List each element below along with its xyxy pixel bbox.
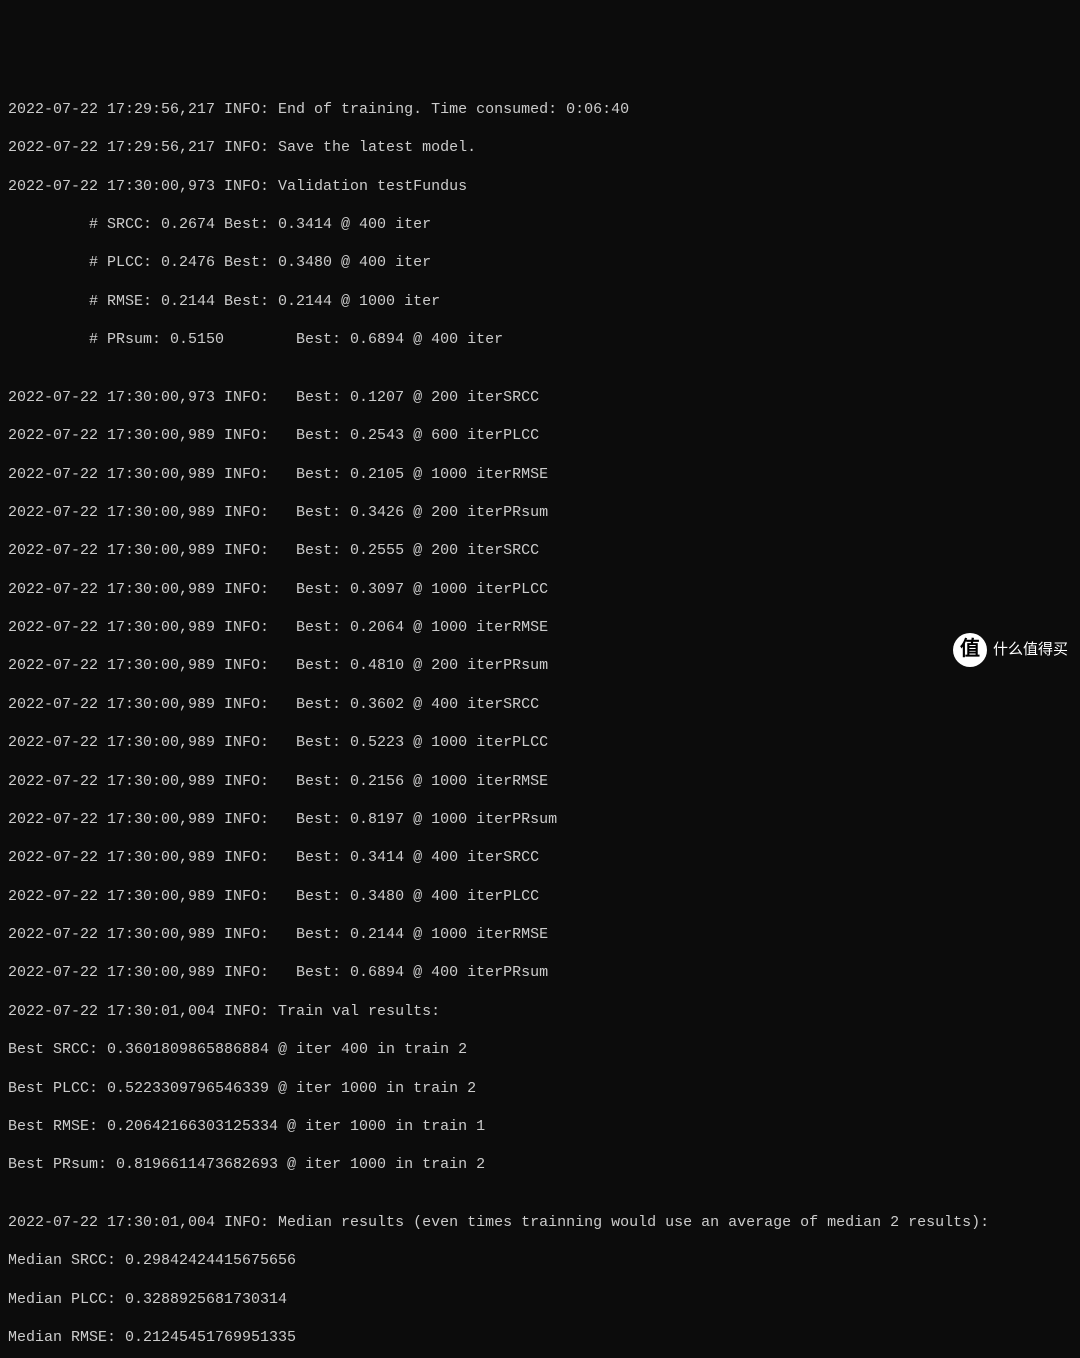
log-line: # PLCC: 0.2476 Best: 0.3480 @ 400 iter	[8, 253, 1072, 272]
log-line: # RMSE: 0.2144 Best: 0.2144 @ 1000 iter	[8, 292, 1072, 311]
log-line: 2022-07-22 17:30:00,989 INFO: Best: 0.21…	[8, 925, 1072, 944]
log-line: 2022-07-22 17:30:00,989 INFO: Best: 0.48…	[8, 656, 1072, 675]
log-line: 2022-07-22 17:30:00,973 INFO: Best: 0.12…	[8, 388, 1072, 407]
log-line: 2022-07-22 17:30:00,989 INFO: Best: 0.52…	[8, 733, 1072, 752]
log-line: 2022-07-22 17:29:56,217 INFO: Save the l…	[8, 138, 1072, 157]
log-line: 2022-07-22 17:30:00,989 INFO: Best: 0.30…	[8, 580, 1072, 599]
log-line: 2022-07-22 17:29:56,217 INFO: End of tra…	[8, 100, 1072, 119]
log-line: Median RMSE: 0.21245451769951335	[8, 1328, 1072, 1347]
log-line: 2022-07-22 17:30:00,989 INFO: Best: 0.20…	[8, 618, 1072, 637]
log-line: 2022-07-22 17:30:01,004 INFO: Train val …	[8, 1002, 1072, 1021]
log-line: # SRCC: 0.2674 Best: 0.3414 @ 400 iter	[8, 215, 1072, 234]
log-line: Best RMSE: 0.20642166303125334 @ iter 10…	[8, 1117, 1072, 1136]
log-line: 2022-07-22 17:30:00,989 INFO: Best: 0.34…	[8, 887, 1072, 906]
log-line: 2022-07-22 17:30:00,989 INFO: Best: 0.34…	[8, 848, 1072, 867]
terminal-output: 2022-07-22 17:29:56,217 INFO: End of tra…	[8, 81, 1072, 1358]
log-line: 2022-07-22 17:30:01,004 INFO: Median res…	[8, 1213, 1072, 1232]
log-line: 2022-07-22 17:30:00,989 INFO: Best: 0.81…	[8, 810, 1072, 829]
log-line: 2022-07-22 17:30:00,989 INFO: Best: 0.25…	[8, 541, 1072, 560]
watermark: 值 什么值得买	[953, 633, 1068, 667]
log-line: 2022-07-22 17:30:00,989 INFO: Best: 0.21…	[8, 772, 1072, 791]
log-line: 2022-07-22 17:30:00,989 INFO: Best: 0.25…	[8, 426, 1072, 445]
log-line: Median PLCC: 0.3288925681730314	[8, 1290, 1072, 1309]
log-line: 2022-07-22 17:30:00,973 INFO: Validation…	[8, 177, 1072, 196]
log-line: Best PRsum: 0.8196611473682693 @ iter 10…	[8, 1155, 1072, 1174]
watermark-text: 什么值得买	[993, 640, 1068, 659]
log-line: Median SRCC: 0.29842424415675656	[8, 1251, 1072, 1270]
log-line: Best SRCC: 0.3601809865886884 @ iter 400…	[8, 1040, 1072, 1059]
log-line: 2022-07-22 17:30:00,989 INFO: Best: 0.68…	[8, 963, 1072, 982]
log-line: Best PLCC: 0.5223309796546339 @ iter 100…	[8, 1079, 1072, 1098]
log-line: 2022-07-22 17:30:00,989 INFO: Best: 0.21…	[8, 465, 1072, 484]
log-line: 2022-07-22 17:30:00,989 INFO: Best: 0.36…	[8, 695, 1072, 714]
log-line: 2022-07-22 17:30:00,989 INFO: Best: 0.34…	[8, 503, 1072, 522]
log-line: # PRsum: 0.5150 Best: 0.6894 @ 400 iter	[8, 330, 1072, 349]
watermark-badge-icon: 值	[953, 633, 987, 667]
